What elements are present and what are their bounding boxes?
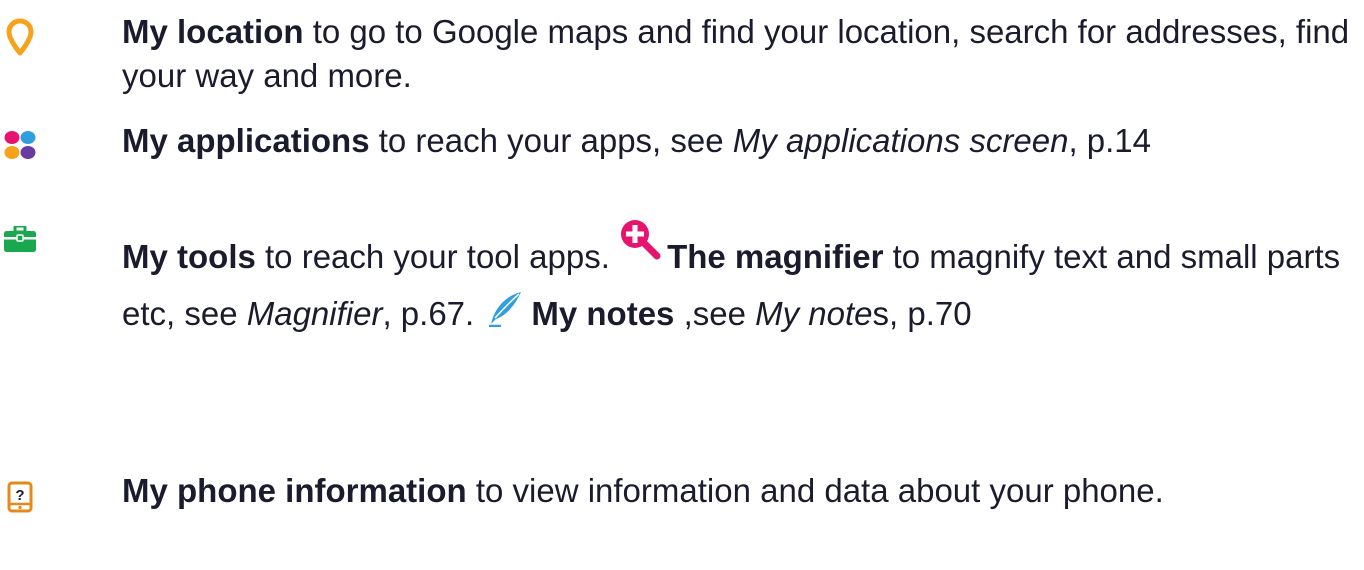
notes-page-ref: , p.70 <box>889 295 972 332</box>
item-title: My tools <box>122 238 256 275</box>
item-title: My applications <box>122 122 370 159</box>
item-title: My phone information <box>122 472 467 509</box>
item-description: to go to Google maps and find your locat… <box>122 13 1350 94</box>
list-item-text: My location to go to Google maps and fin… <box>122 10 1352 98</box>
applications-grid-icon <box>4 130 36 165</box>
item-page-ref: , p.14 <box>1068 122 1152 159</box>
item-reference: My applications screen <box>732 122 1069 159</box>
notes-title: My notes <box>531 295 675 332</box>
item-description: to reach your tool apps. <box>255 238 620 275</box>
item-description: to reach your apps, see <box>369 122 733 159</box>
notes-reference-tail: s <box>872 295 890 332</box>
svg-text:?: ? <box>15 487 24 504</box>
quill-pen-icon <box>487 287 523 344</box>
item-title: My location <box>122 13 304 50</box>
list-item-text: My applications to reach your apps, see … <box>122 119 1352 163</box>
notes-reference: My note <box>755 295 873 332</box>
magnifier-icon <box>619 218 661 277</box>
magnifier-page-ref: , p.67. <box>382 295 484 332</box>
location-pin-icon <box>5 18 35 63</box>
item-description: to view information and data about your … <box>466 472 1164 509</box>
list-item-text: My tools to reach your tool apps. The ma… <box>122 220 1352 344</box>
magnifier-reference: Magnifier <box>246 295 383 332</box>
magnifier-title: The magnifier <box>667 238 884 275</box>
notes-description: ,see <box>674 295 756 332</box>
list-item-text: My phone information to view information… <box>122 469 1352 513</box>
toolbox-icon <box>4 224 36 257</box>
phone-info-icon: ? <box>7 481 33 518</box>
